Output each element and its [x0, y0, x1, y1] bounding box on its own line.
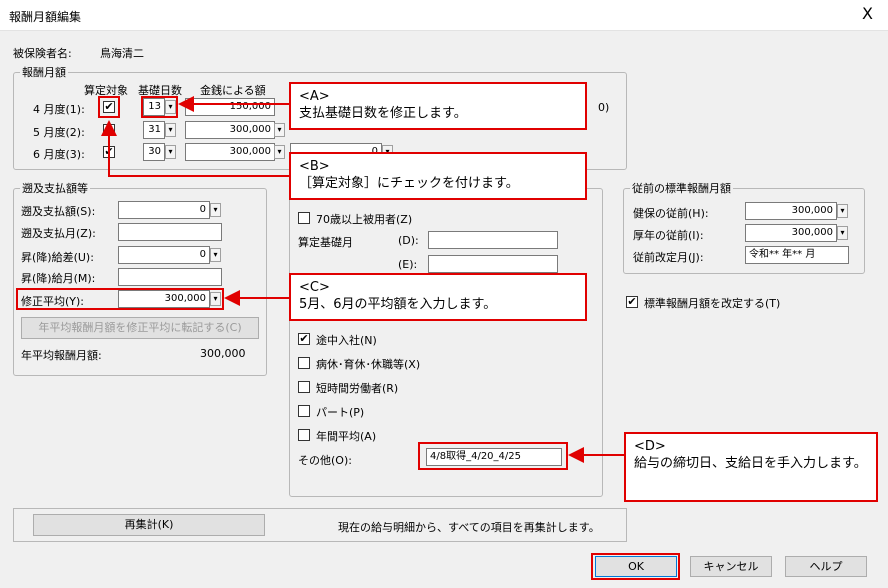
arrow-b — [101, 120, 289, 177]
callout-arrows — [101, 96, 624, 463]
